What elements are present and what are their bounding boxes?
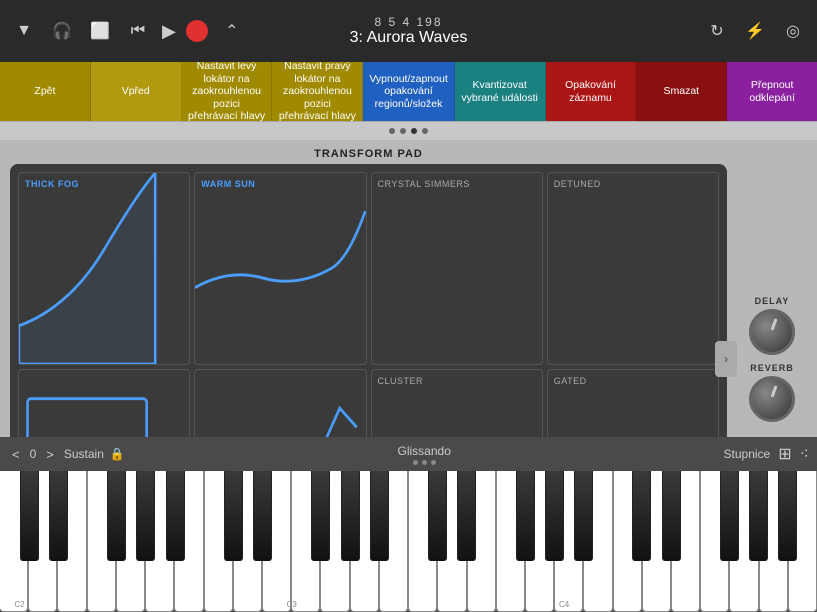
delay-knob[interactable] [749,309,795,355]
pad-cell-thick-fog[interactable]: THICK FOG [18,172,190,365]
glissando-dot-1[interactable] [413,460,418,465]
keyboard-toolbar: < 0 > Sustain 🔒 Glissando Stupnice ⊞ ⁖ [0,437,817,471]
reverb-label: REVERB [750,363,794,373]
pad-cell-crystal-simmers[interactable]: CRYSTAL SIMMERS [371,172,543,365]
headphones-icon[interactable]: 🎧 [48,17,76,45]
glissando-dot-3[interactable] [431,460,436,465]
pad-label-detuned: DETUNED [554,179,601,189]
up-icon[interactable]: ⌃ [218,17,246,45]
rewind-icon[interactable]: ⏮ [124,17,152,45]
keyboard-right-controls: Stupnice ⊞ ⁖ [724,444,809,464]
white-key[interactable] [583,471,612,612]
toggle-repeat-button[interactable]: Vypnout/zapnout opakování regionů/složek [363,62,454,121]
song-info: 8 5 4 198 3: Aurora Waves [350,15,468,47]
transport-controls: ▼ 🎧 ⬜ ⏮ ▶ ⌃ [10,17,246,45]
pad-label-crystal-simmers: CRYSTAL SIMMERS [378,179,470,189]
play-button[interactable]: ▶ [162,21,176,42]
forward-button[interactable]: Vpřed [91,62,182,121]
lock-icon: 🔒 [110,447,125,461]
reverb-knob[interactable] [749,376,795,422]
side-arrow-button[interactable]: › [715,341,737,377]
toolbar: Zpět Vpřed Nastavit levý lokátor na zaok… [0,62,817,122]
pad-cell-warm-sun[interactable]: WARM SUN [194,172,366,365]
top-bar: ▼ 🎧 ⬜ ⏮ ▶ ⌃ 8 5 4 198 3: Aurora Waves ↻ … [0,0,817,62]
white-key[interactable] [788,471,817,612]
dropdown-icon[interactable]: ▼ [10,17,38,45]
white-key[interactable] [87,471,116,612]
glissando-section: Glissando [131,444,718,465]
white-key[interactable] [729,471,758,612]
white-key[interactable] [28,471,57,612]
pad-cell-detuned[interactable]: DETUNED [547,172,719,365]
grid-icon[interactable]: ⊞ [778,444,791,464]
white-key[interactable] [408,471,437,612]
dot-3[interactable] [411,128,417,134]
delay-label: DELAY [755,296,790,306]
white-key[interactable] [57,471,86,612]
keyboard-section: < 0 > Sustain 🔒 Glissando Stupnice ⊞ ⁖ [0,437,817,612]
loop-record-button[interactable]: Opakování záznamu [546,62,637,121]
loop-icon[interactable]: ↻ [703,17,731,45]
white-key[interactable] [0,471,28,612]
song-name: 3: Aurora Waves [350,29,468,47]
white-key[interactable] [467,471,496,612]
transport-numbers: 8 5 4 198 [350,15,468,29]
top-bar-right: ↻ ⚡ ◎ [703,17,807,45]
record-button[interactable] [186,20,208,42]
glissando-dot-2[interactable] [422,460,427,465]
white-key[interactable] [759,471,788,612]
white-key[interactable] [700,471,729,612]
white-key[interactable] [291,471,320,612]
white-key[interactable] [437,471,466,612]
white-key[interactable] [671,471,700,612]
octave-up-button[interactable]: > [42,445,58,464]
white-key[interactable] [525,471,554,612]
white-key[interactable] [554,471,583,612]
screen-icon[interactable]: ⬜ [86,17,114,45]
set-left-locator-button[interactable]: Nastavit levý lokátor na zaokrouhlenou p… [182,62,273,121]
dot-2[interactable] [400,128,406,134]
flash-icon[interactable]: ⚡ [741,17,769,45]
quantize-button[interactable]: Kvantizovat vybrané události [455,62,546,121]
white-key[interactable] [262,471,291,612]
octave-down-button[interactable]: < [8,445,24,464]
white-key[interactable] [613,471,642,612]
white-key[interactable] [496,471,525,612]
octave-number: 0 [30,447,37,461]
dots-icon[interactable]: ⁖ [800,444,809,464]
back-button[interactable]: Zpět [0,62,91,121]
set-right-locator-button[interactable]: Nastavit pravý lokátor na zaokrouhlenou … [272,62,363,121]
pad-label-cluster: CLUSTER [378,376,424,386]
white-key[interactable] [116,471,145,612]
toggle-tap-button[interactable]: Přepnout odklepání [727,62,817,121]
reverb-knob-section: REVERB [749,363,795,422]
dot-1[interactable] [389,128,395,134]
white-key[interactable] [379,471,408,612]
transform-pad-title: TRANSFORM PAD [10,148,727,160]
glissando-label: Glissando [398,444,451,458]
white-key[interactable] [204,471,233,612]
white-key[interactable] [642,471,671,612]
delay-knob-section: DELAY [749,296,795,355]
sustain-label: Sustain [64,447,104,461]
white-key[interactable] [350,471,379,612]
white-key[interactable] [145,471,174,612]
settings-icon[interactable]: ◎ [779,17,807,45]
piano-wrapper: C2 C3 C4 [0,471,817,612]
pad-label-gated: GATED [554,376,587,386]
white-key[interactable] [320,471,349,612]
toolbar-page-dots [0,122,817,140]
white-key[interactable] [174,471,203,612]
stupnice-label: Stupnice [724,447,771,461]
delete-button[interactable]: Smazat [636,62,727,121]
dot-4[interactable] [422,128,428,134]
white-key[interactable] [233,471,262,612]
